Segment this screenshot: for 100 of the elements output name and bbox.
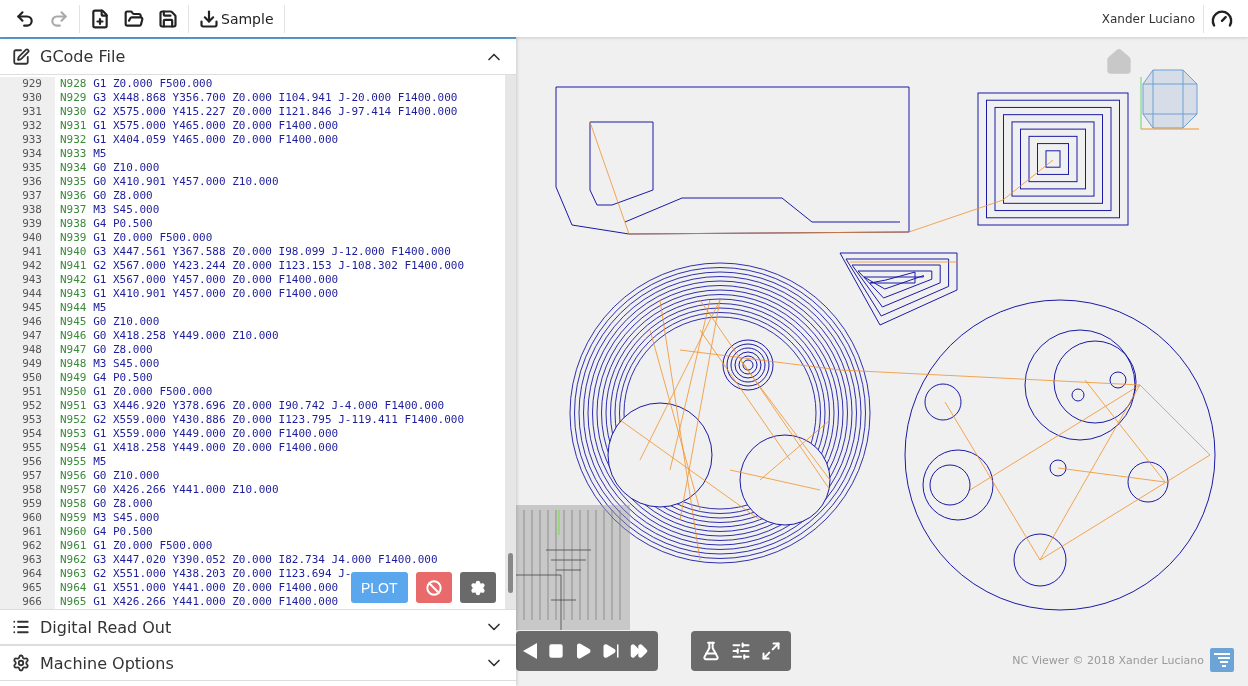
cancel-button[interactable]: [415, 572, 452, 603]
line-number: 929: [0, 77, 55, 91]
code-line: N936 G0 Z8.000: [59, 189, 153, 203]
step-forward-button[interactable]: [602, 642, 620, 660]
fast-forward-icon: [630, 642, 648, 660]
code-line: N962 G3 X447.020 Y390.052 Z0.000 I82.734 J4.000 F1400.000: [59, 553, 438, 567]
code-line: N933 M5: [59, 147, 107, 161]
code-line: N941 G2 X567.000 Y423.244 Z0.000 I123.153 J-108.302 F1400.000: [59, 259, 465, 273]
cancel-icon: [425, 579, 442, 596]
expand-button[interactable]: [761, 641, 781, 661]
logo-icon: [1210, 648, 1234, 672]
line-number: 957: [0, 469, 55, 483]
settings-icon: [12, 654, 30, 672]
sliders-button[interactable]: [731, 641, 751, 661]
undo-icon: [15, 8, 35, 29]
line-number: 948: [0, 343, 55, 357]
panel-title: Machine Options: [40, 653, 175, 673]
line-number: 966: [0, 595, 55, 609]
line-number: 938: [0, 203, 55, 217]
panel-header[interactable]: GCode File: [0, 37, 516, 75]
line-number: 956: [0, 455, 55, 469]
code-line: N944 M5: [59, 301, 107, 315]
line-number: 933: [0, 133, 55, 147]
line-number: 936: [0, 175, 55, 189]
line-number: 961: [0, 525, 55, 539]
code-line: N959 M3 S45.000: [59, 511, 160, 525]
line-number: 947: [0, 329, 55, 343]
line-number: 965: [0, 581, 55, 595]
panel-title: GCode File: [40, 47, 127, 66]
code-line: N952 G2 X559.000 Y430.886 Z0.000 I123.795 J-119.411 F1400.000: [59, 413, 465, 427]
line-number: 940: [0, 231, 55, 245]
sample-button[interactable]: Sample: [192, 4, 281, 33]
code-line: N957 G0 X426.266 Y441.000 Z10.000: [59, 483, 279, 497]
line-number: 935: [0, 161, 55, 175]
line-number: 950: [0, 371, 55, 385]
user-name: Xander Luciano: [1101, 4, 1204, 33]
code-line: N951 G3 X446.920 Y378.696 Z0.000 I90.742 J-4.000 F1400.000: [59, 399, 445, 413]
line-number: 931: [0, 105, 55, 119]
edit-icon: [12, 47, 30, 66]
new-file-icon: [90, 8, 110, 29]
code-line: N961 G1 Z0.000 F500.000: [59, 539, 213, 553]
code-line: N938 G4 P0.500: [59, 217, 153, 231]
step-forward-icon: [602, 642, 620, 660]
line-number: 964: [0, 567, 55, 581]
flask-button[interactable]: [701, 641, 721, 661]
code-line: N928 G1 Z0.000 F500.000: [59, 77, 213, 91]
line-number: 953: [0, 413, 55, 427]
line-number: 954: [0, 427, 55, 441]
panel-header[interactable]: Machine Options: [0, 645, 516, 681]
code-line: N956 G0 Z10.000: [59, 469, 160, 483]
code-line: N930 G2 X575.000 Y415.227 Z0.000 I121.846 J-97.414 F1400.000: [59, 105, 458, 119]
code-line: N954 G1 X418.258 Y449.000 Z0.000 F1400.000: [59, 441, 339, 455]
save-icon: [158, 8, 178, 29]
code-line: N943 G1 X410.901 Y457.000 Z0.000 F1400.000: [59, 287, 339, 301]
back-button[interactable]: [522, 642, 538, 660]
play-button[interactable]: [574, 642, 592, 660]
settings-icon: [469, 579, 486, 596]
panel-header[interactable]: Digital Read Out: [0, 609, 516, 645]
sliders-icon: [731, 641, 751, 661]
code-line: N929 G3 X448.868 Y356.700 Z0.000 I104.941 J-20.000 F1400.000: [59, 91, 458, 105]
flask-icon: [701, 641, 721, 661]
line-number: 962: [0, 539, 55, 553]
line-number: 959: [0, 497, 55, 511]
code-line: N945 G0 Z10.000: [59, 315, 160, 329]
scrollbar[interactable]: [505, 75, 516, 609]
list-icon: [12, 618, 30, 636]
scrollbar-thumb[interactable]: [508, 553, 513, 593]
line-number: 963: [0, 553, 55, 567]
line-number: 942: [0, 259, 55, 273]
line-number: 944: [0, 287, 55, 301]
code-line: N960 G4 P0.500: [59, 525, 153, 539]
line-number: 941: [0, 245, 55, 259]
code-line: N965 G1 X426.266 Y441.000 Z0.000 F1400.000: [59, 595, 339, 609]
code-line: N955 M5: [59, 455, 107, 469]
stop-icon: [548, 643, 564, 659]
code-line: N953 G1 X559.000 Y449.000 Z0.000 F1400.000: [59, 427, 339, 441]
code-line: N946 G0 X418.258 Y449.000 Z10.000: [59, 329, 279, 343]
line-number: 946: [0, 315, 55, 329]
code-line: N939 G1 Z0.000 F500.000: [59, 231, 213, 245]
code-line: N940 G3 X447.561 Y367.588 Z0.000 I98.099 J-12.000 F1400.000: [59, 245, 451, 259]
line-number: 960: [0, 511, 55, 525]
code-line: N934 G0 Z10.000: [59, 161, 160, 175]
code-editor[interactable]: [0, 75, 516, 609]
redo-icon: [49, 8, 69, 29]
code-line: N949 G4 P0.500: [59, 371, 153, 385]
settings-button[interactable]: [459, 572, 496, 603]
line-number: 955: [0, 441, 55, 455]
code-line: N948 M3 S45.000: [59, 357, 160, 371]
code-line: N932 G1 X404.059 Y465.000 Z0.000 F1400.000: [59, 133, 339, 147]
line-number: 937: [0, 189, 55, 203]
line-number: 951: [0, 385, 55, 399]
expand-icon: [761, 641, 781, 661]
line-number: 930: [0, 91, 55, 105]
fast-forward-button[interactable]: [630, 642, 648, 660]
code-line: N947 G0 Z8.000: [59, 343, 153, 357]
stop-button[interactable]: [548, 643, 564, 659]
code-line: N937 M3 S45.000: [59, 203, 160, 217]
line-number: 958: [0, 483, 55, 497]
code-line: N964 G1 X551.000 Y441.000 Z0.000 F1400.000: [59, 581, 339, 595]
line-number: 943: [0, 273, 55, 287]
